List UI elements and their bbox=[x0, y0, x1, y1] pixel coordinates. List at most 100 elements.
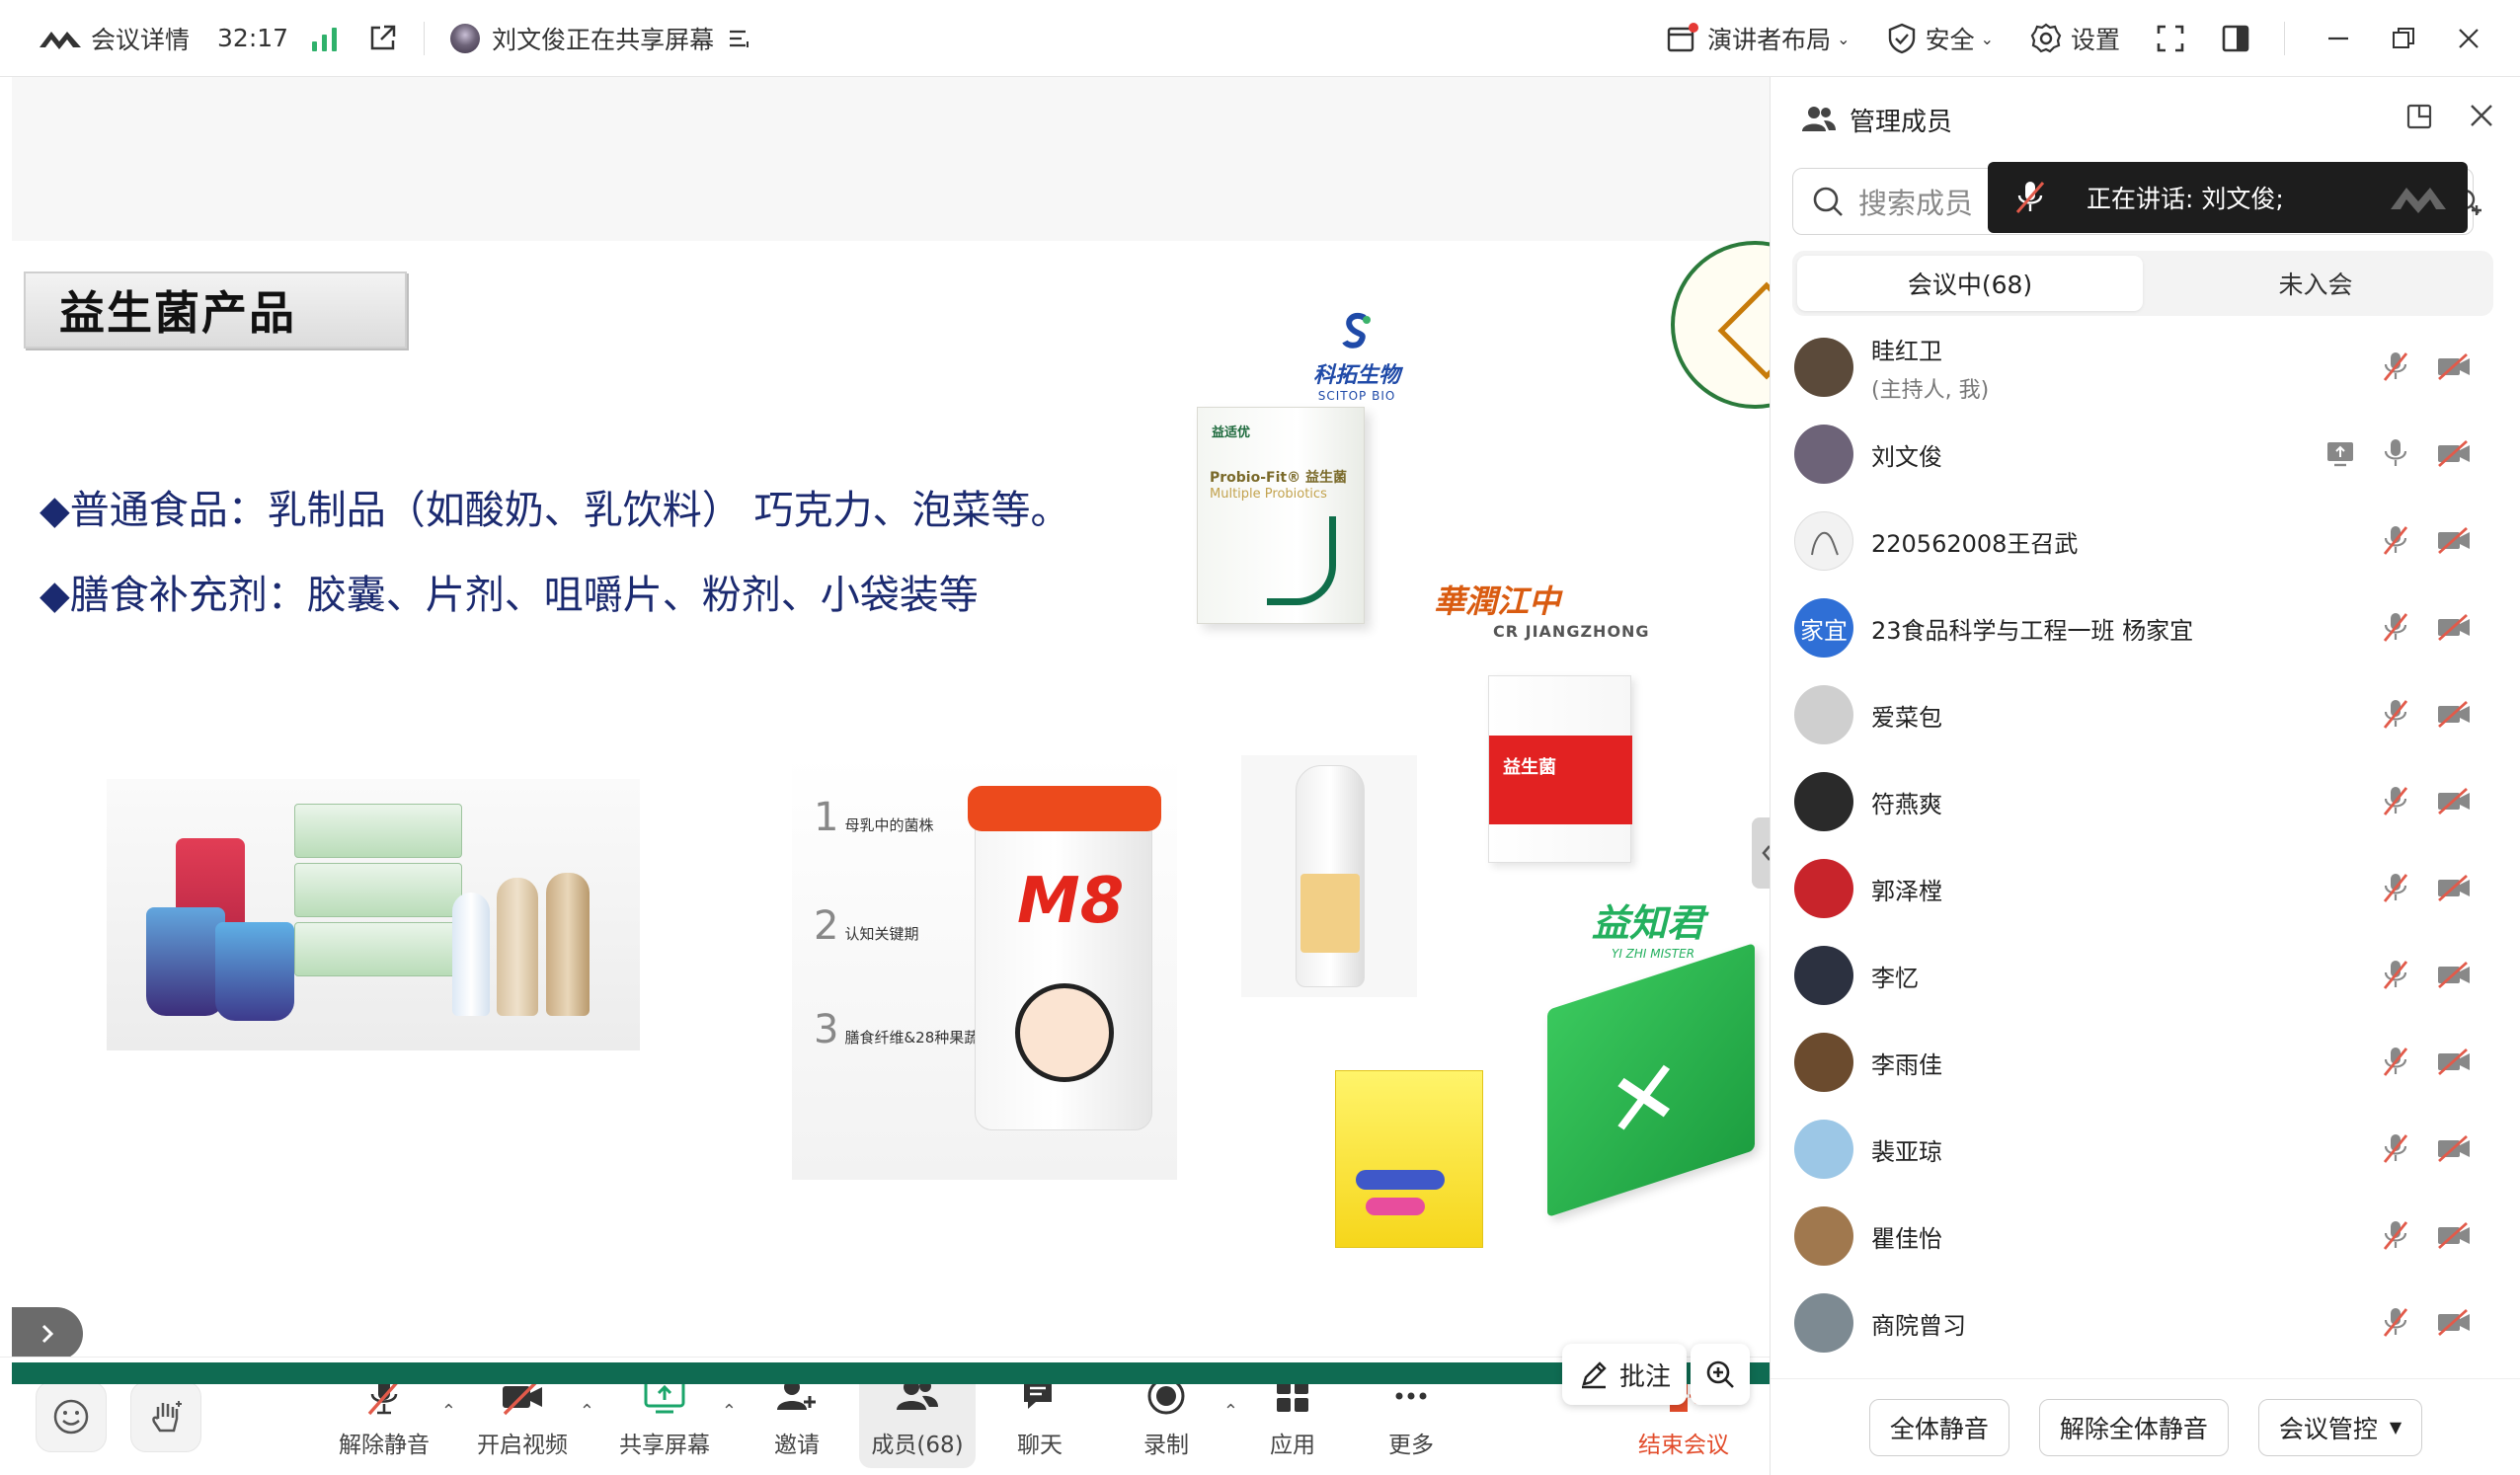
avatar bbox=[1794, 425, 1853, 484]
camera-off-icon[interactable] bbox=[2436, 960, 2472, 989]
member-row[interactable]: 李忆 bbox=[1771, 932, 2520, 1019]
pop-out-icon[interactable] bbox=[2405, 103, 2433, 130]
member-row[interactable]: 瞿佳怡 bbox=[1771, 1193, 2520, 1280]
mute-all-button[interactable]: 全体静音 bbox=[1868, 1398, 2009, 1456]
avatar bbox=[1794, 1293, 1853, 1353]
member-name: 瞿佳怡 bbox=[1871, 1219, 1942, 1254]
mic-muted-icon[interactable] bbox=[2381, 1131, 2410, 1165]
tab-not-joined[interactable]: 未入会 bbox=[2143, 256, 2488, 311]
member-row[interactable]: 李雨佳 bbox=[1771, 1019, 2520, 1106]
camera-off-icon[interactable] bbox=[2436, 786, 2472, 815]
sharing-status[interactable]: 刘文俊正在共享屏幕 bbox=[450, 21, 751, 56]
chevron-down-icon: ⌄ bbox=[1837, 29, 1851, 48]
hand-icon bbox=[152, 1401, 182, 1433]
member-name: 郭泽樘 bbox=[1871, 872, 1942, 906]
more-label: 更多 bbox=[1388, 1433, 1434, 1458]
member-status-icons bbox=[2381, 958, 2472, 991]
camera-off-icon[interactable] bbox=[2436, 351, 2472, 381]
slide-expand-button[interactable] bbox=[12, 1307, 83, 1357]
camera-off-icon[interactable] bbox=[2436, 525, 2472, 555]
member-row[interactable]: 符燕爽 bbox=[1771, 758, 2520, 845]
avatar bbox=[1794, 1206, 1853, 1266]
probiofit-name: Probio-Fit® 益生菌 bbox=[1210, 470, 1347, 486]
member-tabs: 会议中(68) 未入会 bbox=[1792, 251, 2493, 316]
member-row[interactable]: 眭红卫 (主持人, 我) bbox=[1771, 324, 2520, 411]
smile-icon bbox=[53, 1399, 89, 1435]
member-row[interactable]: 家宜 23食品科学与工程一班 杨家宜 bbox=[1771, 584, 2520, 671]
screen-share-icon bbox=[2327, 442, 2353, 467]
close-icon[interactable] bbox=[2457, 27, 2481, 50]
green-probiotic-pack: ✕ bbox=[1547, 942, 1755, 1218]
mic-muted-icon[interactable] bbox=[2381, 349, 2410, 383]
settings-button[interactable]: 设置 bbox=[2029, 21, 2120, 56]
m8-step-3: 3 膳食纤维&28种果蔬 bbox=[814, 1007, 980, 1052]
scitop-logo: 科拓生物 SCITOP BIO bbox=[1313, 310, 1400, 403]
search-placeholder: 搜索成员 bbox=[1858, 187, 1974, 220]
mic-muted-icon[interactable] bbox=[2381, 697, 2410, 731]
fullscreen-icon[interactable] bbox=[2156, 24, 2185, 53]
minimize-icon[interactable] bbox=[2326, 27, 2350, 50]
milk-bottle bbox=[497, 878, 538, 1016]
yizhijun-en: YI ZHI MISTER bbox=[1612, 947, 1695, 961]
chevron-up-icon[interactable]: ⌃ bbox=[441, 1401, 456, 1422]
raise-hand-button[interactable] bbox=[130, 1381, 201, 1452]
slide-bullet-1: ◆普通食品：乳制品（如酸奶、乳饮料） 巧克力、泡菜等。 bbox=[39, 488, 1070, 533]
restore-icon[interactable] bbox=[2392, 27, 2415, 50]
mic-muted-icon[interactable] bbox=[2381, 1218, 2410, 1252]
member-row[interactable]: 郭泽樘 bbox=[1771, 845, 2520, 932]
meeting-details-button[interactable]: 会议详情 bbox=[38, 21, 190, 56]
member-name-text: 刘文俊 bbox=[1871, 442, 1942, 471]
sidebar-toggle-icon[interactable] bbox=[2221, 24, 2250, 53]
mic-muted-icon[interactable] bbox=[2381, 958, 2410, 991]
zoom-button[interactable] bbox=[1691, 1344, 1751, 1405]
member-row[interactable]: 裴亚琼 bbox=[1771, 1106, 2520, 1193]
mic-muted-icon[interactable] bbox=[2381, 523, 2410, 557]
milk-bottle bbox=[546, 873, 590, 1016]
open-external-icon[interactable] bbox=[366, 23, 398, 54]
unmute-all-button[interactable]: 解除全体静音 bbox=[2038, 1398, 2229, 1456]
mic-muted-icon[interactable] bbox=[2381, 1045, 2410, 1078]
chevron-up-icon[interactable]: ⌃ bbox=[580, 1401, 594, 1422]
milk-pack bbox=[294, 922, 462, 976]
meeting-control-button[interactable]: 会议管控 ▼ bbox=[2257, 1398, 2423, 1456]
member-row[interactable]: 220562008王召武 bbox=[1771, 498, 2520, 584]
camera-off-icon[interactable] bbox=[2436, 1047, 2472, 1076]
mic-muted-icon[interactable] bbox=[2381, 610, 2410, 644]
camera-off-icon[interactable] bbox=[2436, 873, 2472, 902]
member-row[interactable]: 爱菜包 bbox=[1771, 671, 2520, 758]
close-icon[interactable] bbox=[2469, 103, 2494, 128]
mic-icon[interactable] bbox=[2381, 436, 2410, 470]
redbox-text: 益生菌 bbox=[1503, 757, 1556, 778]
probiofit-graphic bbox=[1267, 516, 1336, 605]
mic-muted-icon[interactable] bbox=[2381, 784, 2410, 817]
chevron-right-icon bbox=[41, 1324, 54, 1344]
camera-off-icon[interactable] bbox=[2436, 699, 2472, 729]
camera-off-icon[interactable] bbox=[2436, 612, 2472, 642]
mic-muted-icon[interactable] bbox=[2381, 1305, 2410, 1339]
yellow-probiotic-pack bbox=[1335, 1070, 1483, 1248]
camera-off-icon[interactable] bbox=[2436, 1133, 2472, 1163]
speaker-layout-button[interactable]: 演讲者布局 ⌄ bbox=[1666, 21, 1851, 56]
member-row[interactable]: 商院曾习 bbox=[1771, 1280, 2520, 1366]
network-signal-icon[interactable] bbox=[312, 26, 338, 51]
tab-in-meeting[interactable]: 会议中(68) bbox=[1797, 256, 2143, 311]
chevron-up-icon[interactable]: ⌃ bbox=[722, 1401, 737, 1422]
start-video-label: 开启视频 bbox=[477, 1433, 568, 1458]
scitop-en: SCITOP BIO bbox=[1317, 389, 1396, 403]
pack-stripe bbox=[1356, 1170, 1445, 1190]
emoji-button[interactable] bbox=[36, 1381, 107, 1452]
milk-pack bbox=[294, 863, 462, 917]
camera-off-icon[interactable] bbox=[2436, 1220, 2472, 1250]
scitop-cn: 科拓生物 bbox=[1313, 363, 1401, 388]
member-name: 眭红卫 (主持人, 我) bbox=[1871, 332, 1989, 404]
camera-off-icon[interactable] bbox=[2436, 1307, 2472, 1337]
invite-label: 邀请 bbox=[774, 1433, 820, 1458]
member-row[interactable]: 刘文俊 bbox=[1771, 411, 2520, 498]
member-status-icons bbox=[2381, 523, 2472, 557]
shared-screen-header-band bbox=[12, 77, 1770, 241]
security-button[interactable]: 安全 ⌄ bbox=[1886, 21, 1994, 56]
annotate-button[interactable]: 批注 bbox=[1562, 1344, 1688, 1405]
m8-step-1: 1 母乳中的菌株 bbox=[814, 795, 934, 840]
camera-off-icon[interactable] bbox=[2436, 438, 2472, 468]
mic-muted-icon[interactable] bbox=[2381, 871, 2410, 904]
